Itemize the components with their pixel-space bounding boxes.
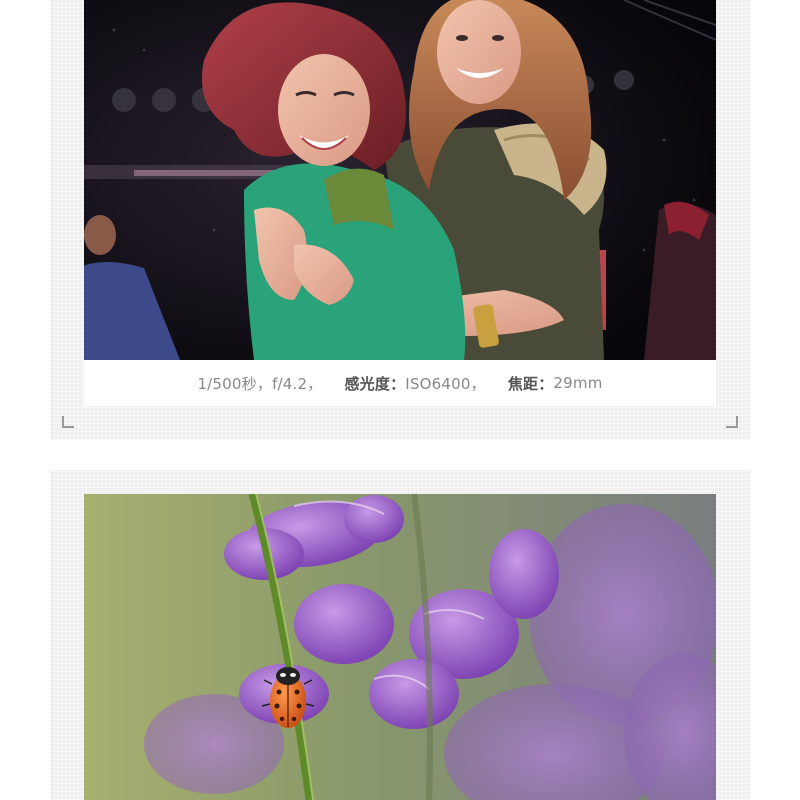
exif-caption: 1/500秒，f/4.2， 感光度： ISO6400， 焦距： 29mm	[84, 360, 716, 406]
caption-iso-value: ISO6400，	[405, 374, 486, 393]
caption-focal-value: 29mm	[553, 374, 603, 392]
corner-mark-bottom-right	[726, 416, 738, 428]
concert-photo	[84, 0, 716, 360]
caption-shutter: 1/500秒，f/4.2，	[197, 374, 323, 393]
caption-focal-label: 焦距：	[507, 374, 554, 393]
ladybug-photo	[84, 494, 716, 800]
page: 1/500秒，f/4.2， 感光度： ISO6400， 焦距： 29mm	[0, 0, 800, 800]
caption-iso-label: 感光度：	[344, 374, 406, 393]
corner-mark-bottom-left	[62, 416, 74, 428]
